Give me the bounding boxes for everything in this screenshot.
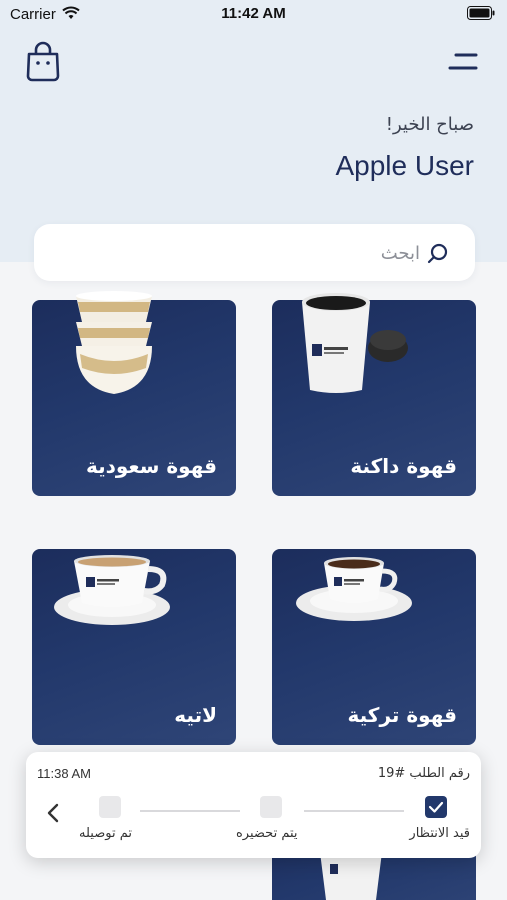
category-title: قهوة داكنة — [350, 454, 457, 478]
order-time: 11:38 AM — [37, 766, 91, 781]
step-checkbox-delivered — [99, 796, 121, 818]
step-connector — [140, 810, 240, 812]
user-name: Apple User — [335, 150, 474, 181]
coffee-cup-image — [320, 852, 382, 900]
order-number: رقم الطلب #19 — [377, 766, 470, 781]
step-checkbox-preparing — [260, 796, 282, 818]
category-title: قهوة سعودية — [85, 454, 217, 478]
status-bar: Carrier 11:42 AM — [0, 0, 507, 30]
battery-icon — [467, 6, 495, 20]
category-card-turkish-coffee[interactable]: قهوة تركية — [272, 549, 476, 745]
search-bar[interactable] — [34, 224, 475, 281]
order-status-panel[interactable]: 11:38 AM رقم الطلب #19 قيد الانتظار يتم … — [26, 752, 481, 858]
menu-icon[interactable] — [448, 52, 478, 72]
step-label-preparing: يتم تحضيره — [236, 826, 298, 841]
step-checkbox-pending — [425, 796, 447, 818]
search-input[interactable] — [80, 236, 420, 270]
latte-cup-image — [54, 555, 170, 625]
paper-coffee-cup-image — [302, 293, 408, 393]
category-card-saudi-coffee[interactable]: قهوة سعودية — [32, 291, 236, 496]
category-card-latte[interactable]: لاتيه — [32, 549, 236, 745]
chevron-left-icon[interactable] — [46, 802, 60, 824]
turkish-coffee-cup-image — [296, 557, 412, 621]
step-connector — [304, 810, 404, 812]
checkmark-icon — [428, 801, 444, 813]
category-title: قهوة تركية — [347, 703, 457, 727]
category-card-dark-coffee[interactable]: قهوة داكنة — [272, 293, 476, 496]
step-label-delivered: تم توصيله — [79, 826, 132, 841]
search-icon — [427, 243, 448, 264]
greeting-text: صباح الخير! — [385, 114, 474, 135]
saudi-coffee-cups-image — [76, 291, 152, 394]
clock: 11:42 AM — [221, 5, 286, 22]
category-title: لاتيه — [174, 703, 217, 727]
shopping-bag-icon[interactable] — [24, 40, 62, 82]
step-label-pending: قيد الانتظار — [409, 826, 470, 841]
